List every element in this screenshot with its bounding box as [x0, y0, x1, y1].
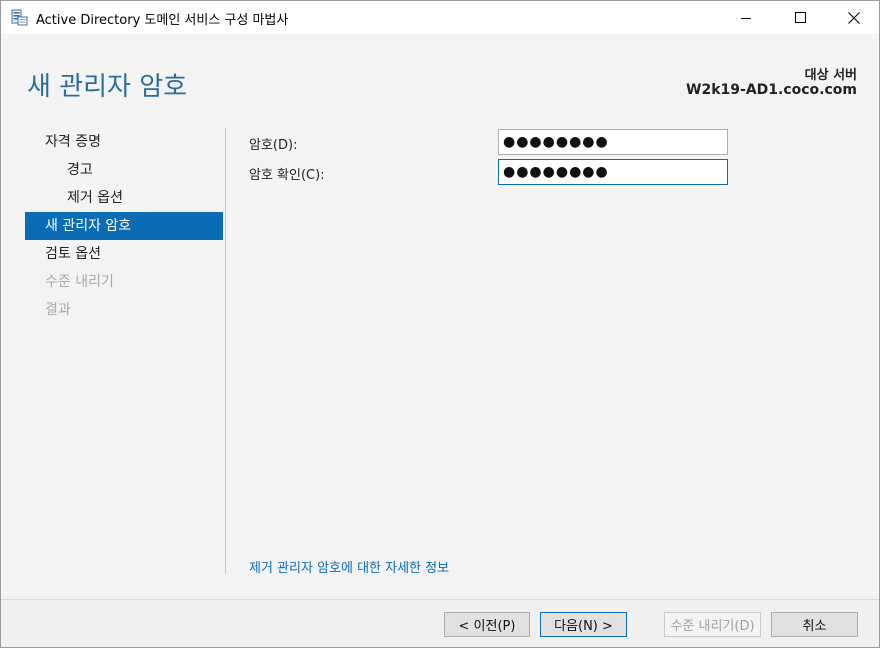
password-label: 암호(D):	[249, 138, 298, 153]
confirm-password-field[interactable]: ●●●●●●●●	[498, 159, 728, 185]
title-bar: Active Directory 도메인 서비스 구성 마법사	[1, 1, 879, 34]
previous-button[interactable]: < 이전(P)	[444, 612, 530, 637]
minimize-button[interactable]	[723, 1, 769, 34]
nav-item-demotion: 수준 내리기	[45, 274, 114, 290]
demote-button: 수준 내리기(D)	[664, 612, 761, 637]
wizard-nav: 자격 증명 경고 제거 옵션 새 관리자 암호 검토 옵션 수준 내리기 결과	[25, 128, 223, 324]
wizard-content: 자격 증명 경고 제거 옵션 새 관리자 암호 검토 옵션 수준 내리기 결과 …	[1, 114, 879, 599]
nav-item-credentials[interactable]: 자격 증명	[25, 128, 223, 156]
nav-item-new-admin-password[interactable]: 새 관리자 암호	[25, 212, 223, 240]
confirm-password-label: 암호 확인(C):	[249, 168, 325, 183]
nav-item-warnings[interactable]: 경고	[25, 156, 223, 184]
window-title: Active Directory 도메인 서비스 구성 마법사	[36, 13, 289, 28]
cancel-button[interactable]: 취소	[771, 612, 858, 637]
help-link[interactable]: 제거 관리자 암호에 대한 자세한 정보	[249, 557, 449, 576]
wizard-header: 새 관리자 암호 대상 서버 W2k19-AD1.coco.com	[1, 34, 879, 114]
target-server-name: W2k19-AD1.coco.com	[686, 82, 857, 98]
page-title: 새 관리자 암호	[27, 72, 188, 102]
wizard-footer: < 이전(P) 다음(N) > 수준 내리기(D) 취소	[1, 599, 879, 647]
wizard-window: Active Directory 도메인 서비스 구성 마법사 새 관리자 암호…	[0, 0, 880, 648]
confirm-password-mask: ●●●●●●●●	[503, 164, 609, 180]
nav-item-results: 결과	[45, 302, 71, 318]
maximize-button[interactable]	[777, 1, 823, 34]
nav-divider	[225, 128, 226, 574]
target-server-label: 대상 서버	[804, 68, 857, 83]
maximize-icon	[794, 12, 806, 23]
password-mask: ●●●●●●●●	[503, 134, 609, 150]
nav-item-review-options[interactable]: 검토 옵션	[25, 240, 223, 268]
password-field[interactable]: ●●●●●●●●	[498, 129, 728, 155]
server-wizard-icon	[10, 9, 28, 26]
next-button[interactable]: 다음(N) >	[540, 612, 627, 637]
close-icon	[848, 11, 860, 24]
minimize-icon	[741, 17, 751, 19]
close-button[interactable]	[831, 1, 877, 34]
nav-item-removal-options[interactable]: 제거 옵션	[25, 184, 223, 212]
